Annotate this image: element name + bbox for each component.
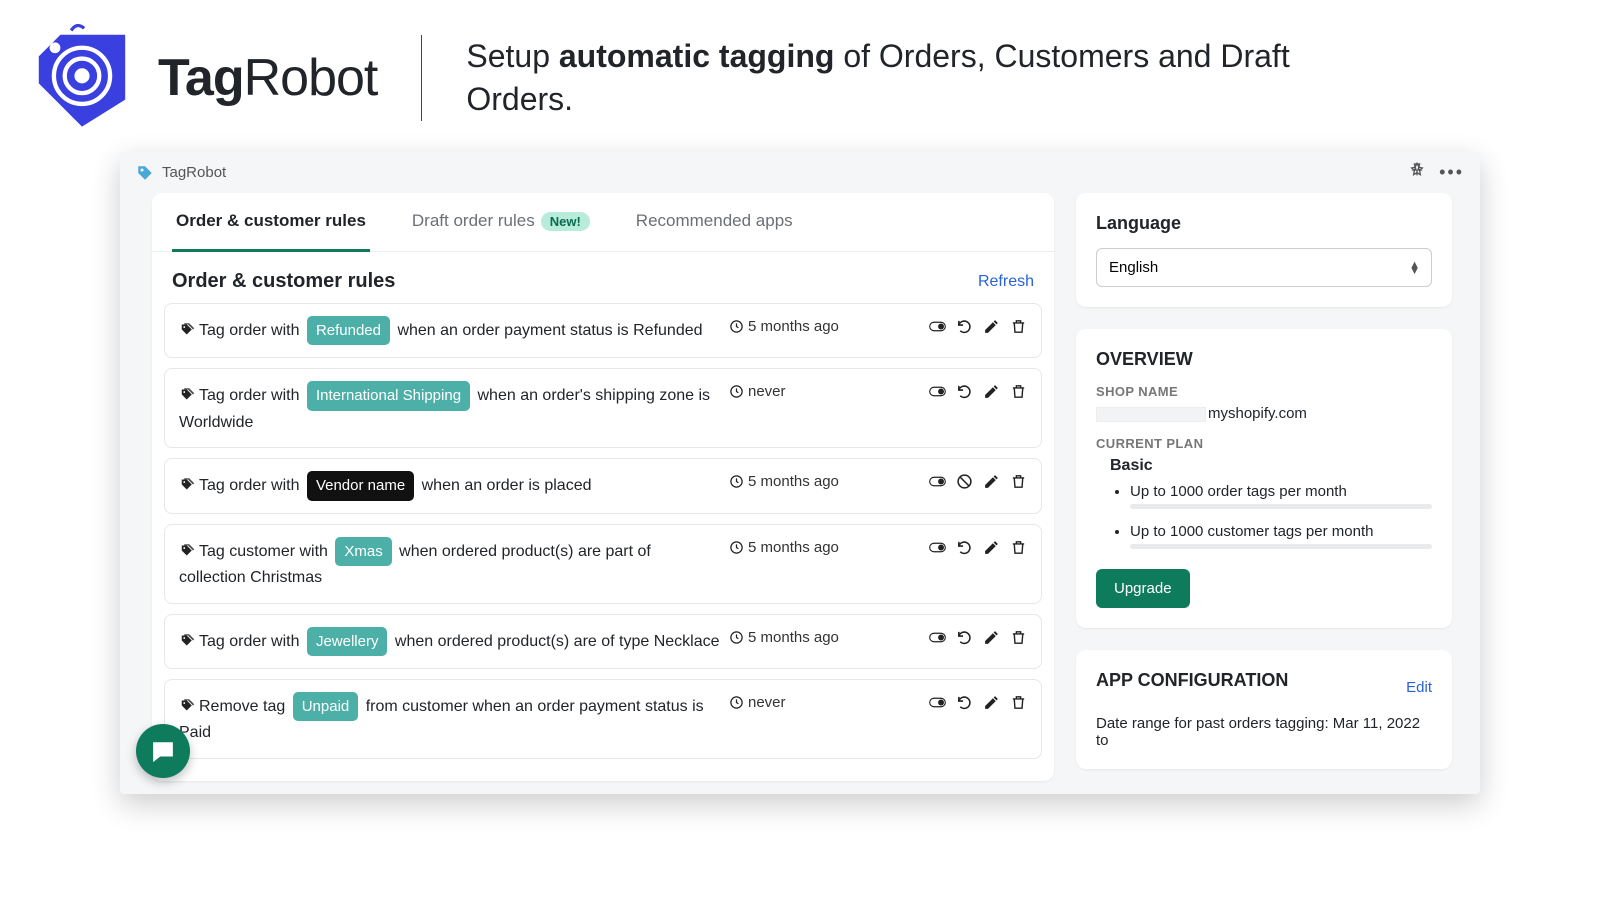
edit-icon[interactable] <box>983 694 1000 716</box>
new-badge: New! <box>541 212 590 231</box>
rule-description: Tag customer with Xmas when ordered prod… <box>179 537 721 591</box>
window-title: TagRobot <box>162 164 226 181</box>
plan-name: Basic <box>1110 457 1432 475</box>
rule-row: Tag order with International Shipping wh… <box>164 368 1042 448</box>
tag-chip: International Shipping <box>307 381 470 410</box>
edit-link[interactable]: Edit <box>1406 679 1432 696</box>
shop-name-label: SHOP NAME <box>1096 384 1432 399</box>
tag-chip: Xmas <box>335 537 391 566</box>
tags-icon <box>179 479 197 496</box>
overview-title: OVERVIEW <box>1096 349 1432 370</box>
brand-name: TagRobot <box>158 48 377 108</box>
rule-last-run: 5 months ago <box>729 316 899 335</box>
tag-chip: Unpaid <box>293 692 359 721</box>
rule-last-run: never <box>729 381 899 400</box>
delete-icon[interactable] <box>1010 473 1027 495</box>
rule-description: Remove tag Unpaid from customer when an … <box>179 692 721 746</box>
rerun-icon[interactable] <box>956 318 973 340</box>
tag-chip: Vendor name <box>307 471 414 500</box>
app-window: TagRobot ••• Order & customer rules Draf… <box>120 152 1480 794</box>
refresh-link[interactable]: Refresh <box>978 273 1034 291</box>
overview-card: OVERVIEW SHOP NAME myshopify.com CURRENT… <box>1076 329 1452 628</box>
language-select[interactable]: English <box>1096 248 1432 287</box>
toggle-icon[interactable] <box>929 473 946 495</box>
chat-launcher-button[interactable] <box>136 724 190 778</box>
current-plan-label: CURRENT PLAN <box>1096 436 1432 451</box>
rule-row: Tag customer with Xmas when ordered prod… <box>164 524 1042 604</box>
edit-icon[interactable] <box>983 473 1000 495</box>
rule-row: Remove tag Unpaid from customer when an … <box>164 679 1042 759</box>
tagline: Setup automatic tagging of Orders, Custo… <box>466 35 1296 121</box>
plan-limit-item: Up to 1000 customer tags per month <box>1130 523 1432 549</box>
tags-icon <box>179 700 197 717</box>
window-header: TagRobot ••• <box>120 152 1480 193</box>
rule-last-run: 5 months ago <box>729 627 899 646</box>
tab-bar: Order & customer rules Draft order rules… <box>152 193 1054 252</box>
rule-row: Tag order with Jewellery when ordered pr… <box>164 614 1042 669</box>
more-icon[interactable]: ••• <box>1439 162 1464 183</box>
tags-icon <box>179 635 197 652</box>
app-tag-icon <box>136 164 154 182</box>
edit-icon[interactable] <box>983 383 1000 405</box>
upgrade-button[interactable]: Upgrade <box>1096 569 1190 608</box>
usage-bar <box>1130 544 1432 549</box>
app-config-title: APP CONFIGURATION <box>1096 670 1288 691</box>
rerun-icon[interactable] <box>956 629 973 651</box>
rerun-icon[interactable] <box>956 694 973 716</box>
rule-row: Tag order with Vendor name when an order… <box>164 458 1042 513</box>
tag-chip: Refunded <box>307 316 390 345</box>
branding-bar: TagRobot Setup automatic tagging of Orde… <box>0 0 1600 142</box>
tab-recommended-apps[interactable]: Recommended apps <box>632 193 797 251</box>
rule-last-run: 5 months ago <box>729 471 899 490</box>
shop-name-value: myshopify.com <box>1096 405 1432 422</box>
config-text: Date range for past orders tagging: Mar … <box>1096 715 1432 749</box>
pin-icon[interactable] <box>1409 162 1425 183</box>
rule-last-run: 5 months ago <box>729 537 899 556</box>
toggle-icon[interactable] <box>929 539 946 561</box>
disable-icon[interactable] <box>956 473 973 495</box>
tab-draft-order-rules[interactable]: Draft order rulesNew! <box>408 193 594 251</box>
plan-limit-item: Up to 1000 order tags per month <box>1130 483 1432 509</box>
delete-icon[interactable] <box>1010 629 1027 651</box>
rule-row: Tag order with Refunded when an order pa… <box>164 303 1042 358</box>
delete-icon[interactable] <box>1010 383 1027 405</box>
section-title: Order & customer rules <box>172 270 395 293</box>
toggle-icon[interactable] <box>929 383 946 405</box>
language-title: Language <box>1096 213 1432 234</box>
rule-list: Tag order with Refunded when an order pa… <box>152 303 1054 781</box>
edit-icon[interactable] <box>983 539 1000 561</box>
app-config-card: APP CONFIGURATION Edit Date range for pa… <box>1076 650 1452 769</box>
tag-chip: Jewellery <box>307 627 388 656</box>
rule-description: Tag order with Jewellery when ordered pr… <box>179 627 721 656</box>
tab-order-customer-rules[interactable]: Order & customer rules <box>172 193 370 252</box>
rule-description: Tag order with Refunded when an order pa… <box>179 316 721 345</box>
edit-icon[interactable] <box>983 318 1000 340</box>
tags-icon <box>179 545 197 562</box>
rerun-icon[interactable] <box>956 383 973 405</box>
tagrobot-logo-icon <box>28 24 136 132</box>
rerun-icon[interactable] <box>956 539 973 561</box>
edit-icon[interactable] <box>983 629 1000 651</box>
usage-bar <box>1130 504 1432 509</box>
delete-icon[interactable] <box>1010 539 1027 561</box>
delete-icon[interactable] <box>1010 318 1027 340</box>
rule-description: Tag order with International Shipping wh… <box>179 381 721 435</box>
delete-icon[interactable] <box>1010 694 1027 716</box>
toggle-icon[interactable] <box>929 629 946 651</box>
toggle-icon[interactable] <box>929 694 946 716</box>
tags-icon <box>179 324 197 341</box>
toggle-icon[interactable] <box>929 318 946 340</box>
rules-card: Order & customer rules Draft order rules… <box>152 193 1054 781</box>
rule-description: Tag order with Vendor name when an order… <box>179 471 721 500</box>
language-card: Language English ▲▼ <box>1076 193 1452 307</box>
tags-icon <box>179 389 197 406</box>
divider <box>421 35 422 121</box>
rule-last-run: never <box>729 692 899 711</box>
